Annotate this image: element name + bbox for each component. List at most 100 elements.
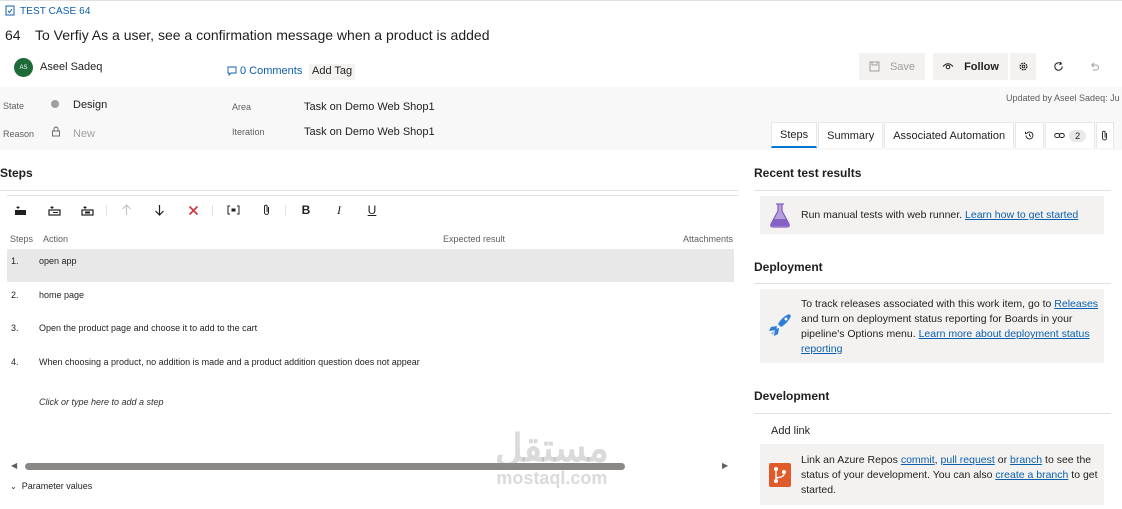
- recent-results-title: Recent test results: [754, 166, 862, 180]
- attachment-icon[interactable]: [259, 203, 273, 217]
- work-item-type-label: TEST CASE 64: [20, 6, 91, 17]
- undo-icon: [1090, 62, 1099, 71]
- create-shared-steps-icon[interactable]: [80, 203, 94, 217]
- link-icon: [1054, 133, 1065, 138]
- lock-icon: [52, 126, 60, 137]
- watermark: مستقل mostaql.com: [495, 430, 609, 488]
- refresh-button[interactable]: [1046, 53, 1070, 80]
- parameter-values-label: Parameter values: [21, 481, 93, 491]
- page-tabs: Steps Summary Associated Automation 2: [771, 122, 1115, 148]
- follow-label: Follow: [964, 60, 999, 73]
- test-plans-icon: [770, 203, 790, 228]
- step-number: 1.: [11, 256, 19, 266]
- column-expected-result: Expected result: [443, 234, 506, 244]
- development-text-or: or: [997, 454, 1008, 466]
- scroll-left-arrow[interactable]: ◀: [11, 461, 17, 470]
- step-number: 3.: [11, 323, 19, 333]
- deployment-text: To track releases associated with this w…: [801, 297, 1099, 357]
- recent-results-text: Run manual tests with web runner. Learn …: [801, 208, 1078, 223]
- step-action[interactable]: home page: [39, 289, 84, 302]
- step-action[interactable]: open app: [39, 255, 77, 268]
- commit-link[interactable]: commit: [901, 454, 935, 466]
- state-label: State: [3, 101, 25, 111]
- toolbar-separator: [212, 205, 213, 216]
- column-action: Action: [43, 234, 69, 244]
- comment-icon: [227, 66, 237, 76]
- test-case-icon: [5, 5, 15, 16]
- avatar: AS: [14, 58, 33, 77]
- pull-request-link[interactable]: pull request: [941, 454, 995, 466]
- save-label: Save: [889, 60, 916, 73]
- underline-icon[interactable]: U: [365, 203, 379, 217]
- step-number: 4.: [11, 357, 19, 367]
- learn-how-link[interactable]: Learn how to get started: [965, 209, 1078, 221]
- state-dot-icon: [51, 100, 59, 108]
- history-icon: [1025, 131, 1034, 140]
- iteration-value[interactable]: Task on Demo Web Shop1: [304, 126, 435, 138]
- follow-button[interactable]: Follow: [933, 53, 1008, 80]
- horizontal-scrollbar-thumb[interactable]: [25, 463, 625, 470]
- development-text-1: Link an Azure Repos: [801, 454, 898, 466]
- insert-parameter-icon[interactable]: [226, 203, 240, 217]
- bold-icon[interactable]: B: [299, 203, 313, 217]
- column-attachments: Attachments: [683, 234, 734, 244]
- insert-shared-steps-icon[interactable]: [47, 203, 61, 217]
- area-value[interactable]: Task on Demo Web Shop1: [304, 101, 435, 113]
- watermark-latin: mostaql.com: [496, 468, 608, 488]
- work-item-title[interactable]: To Verfiy As a user, see a confirmation …: [35, 27, 489, 43]
- tab-attachments[interactable]: [1096, 122, 1115, 148]
- recent-results-divider: [754, 190, 1111, 191]
- recent-results-message: Run manual tests with web runner.: [801, 209, 963, 221]
- steps-divider: [0, 190, 738, 191]
- toolbar-separator: [285, 205, 286, 216]
- table-row[interactable]: [7, 249, 734, 282]
- revert-button[interactable]: [1082, 53, 1106, 80]
- development-text: Link an Azure Repos commit, pull request…: [801, 454, 1098, 496]
- tab-associated-automation[interactable]: Associated Automation: [884, 122, 1015, 148]
- reason-label: Reason: [3, 129, 35, 139]
- development-divider: [754, 413, 1111, 414]
- step-action[interactable]: When choosing a product, no addition is …: [39, 356, 439, 369]
- work-item-id: 64: [5, 27, 21, 43]
- state-value[interactable]: Design: [73, 99, 107, 111]
- move-down-icon[interactable]: [152, 203, 166, 217]
- steps-section-title: Steps: [0, 166, 33, 180]
- add-tag-button[interactable]: Add Tag: [309, 64, 356, 80]
- add-link-button[interactable]: Add link: [771, 425, 810, 437]
- iteration-label: Iteration: [232, 127, 265, 137]
- steps-toolbar-border: [7, 195, 738, 196]
- tab-history[interactable]: [1015, 122, 1045, 148]
- development-title: Development: [754, 389, 830, 403]
- scroll-right-arrow[interactable]: ▶: [722, 461, 728, 470]
- tab-links[interactable]: 2: [1045, 122, 1096, 148]
- eye-icon: [942, 63, 954, 70]
- add-step-hint[interactable]: Click or type here to add a step: [39, 396, 164, 409]
- gear-icon: [1019, 62, 1027, 71]
- paperclip-icon: [1102, 130, 1108, 141]
- comments-count: 0 Comments: [240, 65, 303, 77]
- branch-link[interactable]: branch: [1010, 454, 1042, 466]
- parameter-values-toggle[interactable]: ⌄ Parameter values: [10, 481, 92, 491]
- save-button[interactable]: Save: [859, 53, 925, 80]
- italic-icon[interactable]: I: [332, 203, 346, 217]
- settings-button[interactable]: [1010, 53, 1036, 80]
- comments-link[interactable]: 0 Comments: [227, 65, 302, 77]
- step-action[interactable]: Open the product page and choose it to a…: [39, 322, 257, 335]
- tab-steps[interactable]: Steps: [771, 122, 818, 148]
- delete-step-icon[interactable]: [186, 203, 200, 217]
- save-icon: [869, 61, 880, 72]
- chevron-down-icon: ⌄: [10, 481, 17, 491]
- deployment-title: Deployment: [754, 260, 823, 274]
- create-branch-link[interactable]: create a branch: [995, 469, 1068, 481]
- pipelines-icon: [769, 314, 791, 336]
- column-steps: Steps: [10, 234, 34, 244]
- deployment-text-1: To track releases associated with this w…: [801, 298, 1052, 310]
- reason-value: New: [73, 128, 96, 140]
- work-item-type-bar: [0, 0, 1122, 22]
- tab-summary[interactable]: Summary: [818, 122, 884, 148]
- insert-step-icon[interactable]: [13, 203, 27, 217]
- move-up-icon[interactable]: [119, 203, 133, 217]
- deployment-divider: [754, 283, 1111, 284]
- releases-link[interactable]: Releases: [1054, 298, 1098, 310]
- assigned-to[interactable]: Aseel Sadeq: [40, 61, 102, 73]
